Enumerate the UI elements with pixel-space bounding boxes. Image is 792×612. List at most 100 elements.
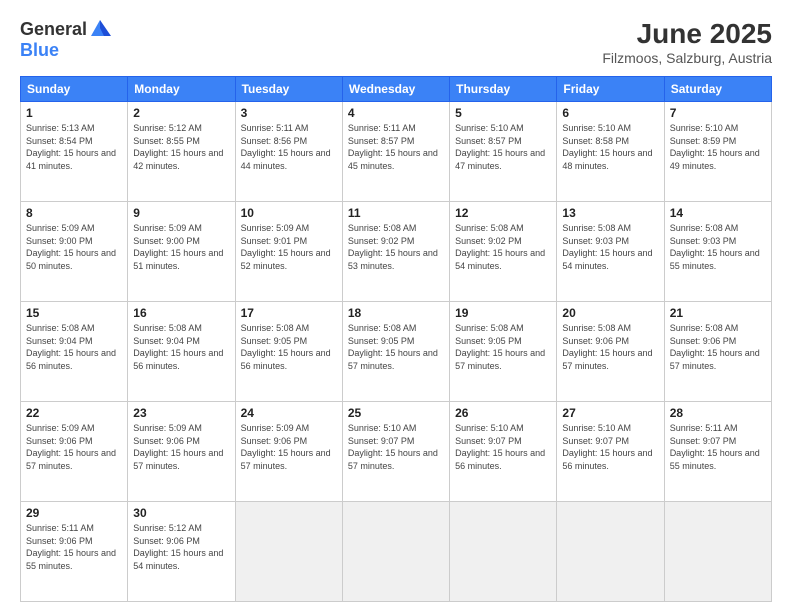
day-info: Sunrise: 5:12 AM Sunset: 8:55 PM Dayligh… <box>133 122 229 172</box>
calendar-header-friday: Friday <box>557 77 664 102</box>
calendar-cell: 21Sunrise: 5:08 AM Sunset: 9:06 PM Dayli… <box>664 302 771 402</box>
day-info: Sunrise: 5:12 AM Sunset: 9:06 PM Dayligh… <box>133 522 229 572</box>
day-info: Sunrise: 5:10 AM Sunset: 8:58 PM Dayligh… <box>562 122 658 172</box>
day-number: 27 <box>562 406 658 420</box>
day-number: 2 <box>133 106 229 120</box>
calendar-header-thursday: Thursday <box>450 77 557 102</box>
day-number: 28 <box>670 406 766 420</box>
day-info: Sunrise: 5:09 AM Sunset: 9:06 PM Dayligh… <box>26 422 122 472</box>
day-info: Sunrise: 5:10 AM Sunset: 8:57 PM Dayligh… <box>455 122 551 172</box>
day-info: Sunrise: 5:08 AM Sunset: 9:02 PM Dayligh… <box>455 222 551 272</box>
day-number: 16 <box>133 306 229 320</box>
calendar-cell: 24 Sunrise: 5:09 AM Sunset: 9:06 PM Dayli… <box>235 402 342 502</box>
day-info: Sunrise: 5:11 AM Sunset: 9:06 PM Dayligh… <box>26 522 122 572</box>
calendar-cell: 26Sunrise: 5:10 AM Sunset: 9:07 PM Dayli… <box>450 402 557 502</box>
day-info: Sunrise: 5:08 AM Sunset: 9:04 PM Dayligh… <box>26 322 122 372</box>
day-number: 14 <box>670 206 766 220</box>
calendar-cell: 1 Sunrise: 5:13 AM Sunset: 8:54 PM Daylig… <box>21 102 128 202</box>
day-number: 19 <box>455 306 551 320</box>
day-number: 4 <box>348 106 444 120</box>
calendar-cell: 16 Sunrise: 5:08 AM Sunset: 9:04 PM Dayli… <box>128 302 235 402</box>
calendar-cell <box>342 502 449 602</box>
day-number: 24 <box>241 406 337 420</box>
day-info: Sunrise: 5:08 AM Sunset: 9:05 PM Dayligh… <box>348 322 444 372</box>
day-number: 5 <box>455 106 551 120</box>
calendar-cell: 30 Sunrise: 5:12 AM Sunset: 9:06 PM Dayli… <box>128 502 235 602</box>
calendar-cell: 22 Sunrise: 5:09 AM Sunset: 9:06 PM Dayli… <box>21 402 128 502</box>
day-number: 25 <box>348 406 444 420</box>
day-number: 23 <box>133 406 229 420</box>
day-info: Sunrise: 5:08 AM Sunset: 9:02 PM Dayligh… <box>348 222 444 272</box>
day-info: Sunrise: 5:13 AM Sunset: 8:54 PM Dayligh… <box>26 122 122 172</box>
calendar-row-5: 29 Sunrise: 5:11 AM Sunset: 9:06 PM Dayli… <box>21 502 772 602</box>
day-info: Sunrise: 5:08 AM Sunset: 9:03 PM Dayligh… <box>670 222 766 272</box>
calendar-cell: 15Sunrise: 5:08 AM Sunset: 9:04 PM Dayli… <box>21 302 128 402</box>
day-info: Sunrise: 5:08 AM Sunset: 9:06 PM Dayligh… <box>562 322 658 372</box>
logo-blue-text: Blue <box>20 40 59 61</box>
calendar-row-2: 8Sunrise: 5:09 AM Sunset: 9:00 PM Daylig… <box>21 202 772 302</box>
calendar-cell: 13 Sunrise: 5:08 AM Sunset: 9:03 PM Dayli… <box>557 202 664 302</box>
calendar-cell: 23 Sunrise: 5:09 AM Sunset: 9:06 PM Dayli… <box>128 402 235 502</box>
calendar-cell: 7 Sunrise: 5:10 AM Sunset: 8:59 PM Daylig… <box>664 102 771 202</box>
calendar-header-saturday: Saturday <box>664 77 771 102</box>
day-number: 29 <box>26 506 122 520</box>
calendar-cell: 12 Sunrise: 5:08 AM Sunset: 9:02 PM Dayli… <box>450 202 557 302</box>
day-info: Sunrise: 5:11 AM Sunset: 9:07 PM Dayligh… <box>670 422 766 472</box>
calendar-cell: 11Sunrise: 5:08 AM Sunset: 9:02 PM Dayli… <box>342 202 449 302</box>
calendar-row-3: 15Sunrise: 5:08 AM Sunset: 9:04 PM Dayli… <box>21 302 772 402</box>
day-info: Sunrise: 5:09 AM Sunset: 9:00 PM Dayligh… <box>26 222 122 272</box>
day-number: 17 <box>241 306 337 320</box>
day-number: 13 <box>562 206 658 220</box>
day-number: 18 <box>348 306 444 320</box>
calendar-table: SundayMondayTuesdayWednesdayThursdayFrid… <box>20 76 772 602</box>
calendar-row-1: 1 Sunrise: 5:13 AM Sunset: 8:54 PM Daylig… <box>21 102 772 202</box>
day-number: 22 <box>26 406 122 420</box>
day-info: Sunrise: 5:10 AM Sunset: 9:07 PM Dayligh… <box>348 422 444 472</box>
day-number: 30 <box>133 506 229 520</box>
day-number: 3 <box>241 106 337 120</box>
calendar-cell: 27 Sunrise: 5:10 AM Sunset: 9:07 PM Dayli… <box>557 402 664 502</box>
calendar-cell <box>664 502 771 602</box>
day-number: 26 <box>455 406 551 420</box>
day-info: Sunrise: 5:08 AM Sunset: 9:05 PM Dayligh… <box>241 322 337 372</box>
calendar-header-row: SundayMondayTuesdayWednesdayThursdayFrid… <box>21 77 772 102</box>
calendar-cell: 2 Sunrise: 5:12 AM Sunset: 8:55 PM Daylig… <box>128 102 235 202</box>
day-number: 6 <box>562 106 658 120</box>
day-number: 12 <box>455 206 551 220</box>
logo-icon <box>89 18 111 40</box>
day-number: 10 <box>241 206 337 220</box>
day-info: Sunrise: 5:10 AM Sunset: 8:59 PM Dayligh… <box>670 122 766 172</box>
day-info: Sunrise: 5:08 AM Sunset: 9:06 PM Dayligh… <box>670 322 766 372</box>
day-info: Sunrise: 5:09 AM Sunset: 9:06 PM Dayligh… <box>241 422 337 472</box>
day-info: Sunrise: 5:08 AM Sunset: 9:05 PM Dayligh… <box>455 322 551 372</box>
logo-general-text: General <box>20 19 87 40</box>
calendar-header-monday: Monday <box>128 77 235 102</box>
calendar-row-4: 22 Sunrise: 5:09 AM Sunset: 9:06 PM Dayli… <box>21 402 772 502</box>
day-number: 20 <box>562 306 658 320</box>
calendar-subtitle: Filzmoos, Salzburg, Austria <box>602 50 772 66</box>
day-info: Sunrise: 5:10 AM Sunset: 9:07 PM Dayligh… <box>562 422 658 472</box>
day-number: 9 <box>133 206 229 220</box>
calendar-cell: 17 Sunrise: 5:08 AM Sunset: 9:05 PM Dayli… <box>235 302 342 402</box>
calendar-cell: 4 Sunrise: 5:11 AM Sunset: 8:57 PM Daylig… <box>342 102 449 202</box>
calendar-header-tuesday: Tuesday <box>235 77 342 102</box>
calendar-cell: 18 Sunrise: 5:08 AM Sunset: 9:05 PM Dayli… <box>342 302 449 402</box>
day-info: Sunrise: 5:09 AM Sunset: 9:06 PM Dayligh… <box>133 422 229 472</box>
calendar-header-sunday: Sunday <box>21 77 128 102</box>
calendar-cell <box>450 502 557 602</box>
header: General Blue June 2025 Filzmoos, Salzbur… <box>20 18 772 66</box>
calendar-cell: 25 Sunrise: 5:10 AM Sunset: 9:07 PM Dayli… <box>342 402 449 502</box>
calendar-cell: 29 Sunrise: 5:11 AM Sunset: 9:06 PM Dayli… <box>21 502 128 602</box>
day-info: Sunrise: 5:08 AM Sunset: 9:03 PM Dayligh… <box>562 222 658 272</box>
title-block: June 2025 Filzmoos, Salzburg, Austria <box>602 18 772 66</box>
day-info: Sunrise: 5:09 AM Sunset: 9:01 PM Dayligh… <box>241 222 337 272</box>
day-info: Sunrise: 5:11 AM Sunset: 8:57 PM Dayligh… <box>348 122 444 172</box>
day-info: Sunrise: 5:09 AM Sunset: 9:00 PM Dayligh… <box>133 222 229 272</box>
day-number: 1 <box>26 106 122 120</box>
calendar-cell: 28 Sunrise: 5:11 AM Sunset: 9:07 PM Dayli… <box>664 402 771 502</box>
day-number: 7 <box>670 106 766 120</box>
day-info: Sunrise: 5:08 AM Sunset: 9:04 PM Dayligh… <box>133 322 229 372</box>
calendar-cell: 20 Sunrise: 5:08 AM Sunset: 9:06 PM Dayli… <box>557 302 664 402</box>
calendar-cell: 3Sunrise: 5:11 AM Sunset: 8:56 PM Daylig… <box>235 102 342 202</box>
calendar-cell: 10 Sunrise: 5:09 AM Sunset: 9:01 PM Dayli… <box>235 202 342 302</box>
